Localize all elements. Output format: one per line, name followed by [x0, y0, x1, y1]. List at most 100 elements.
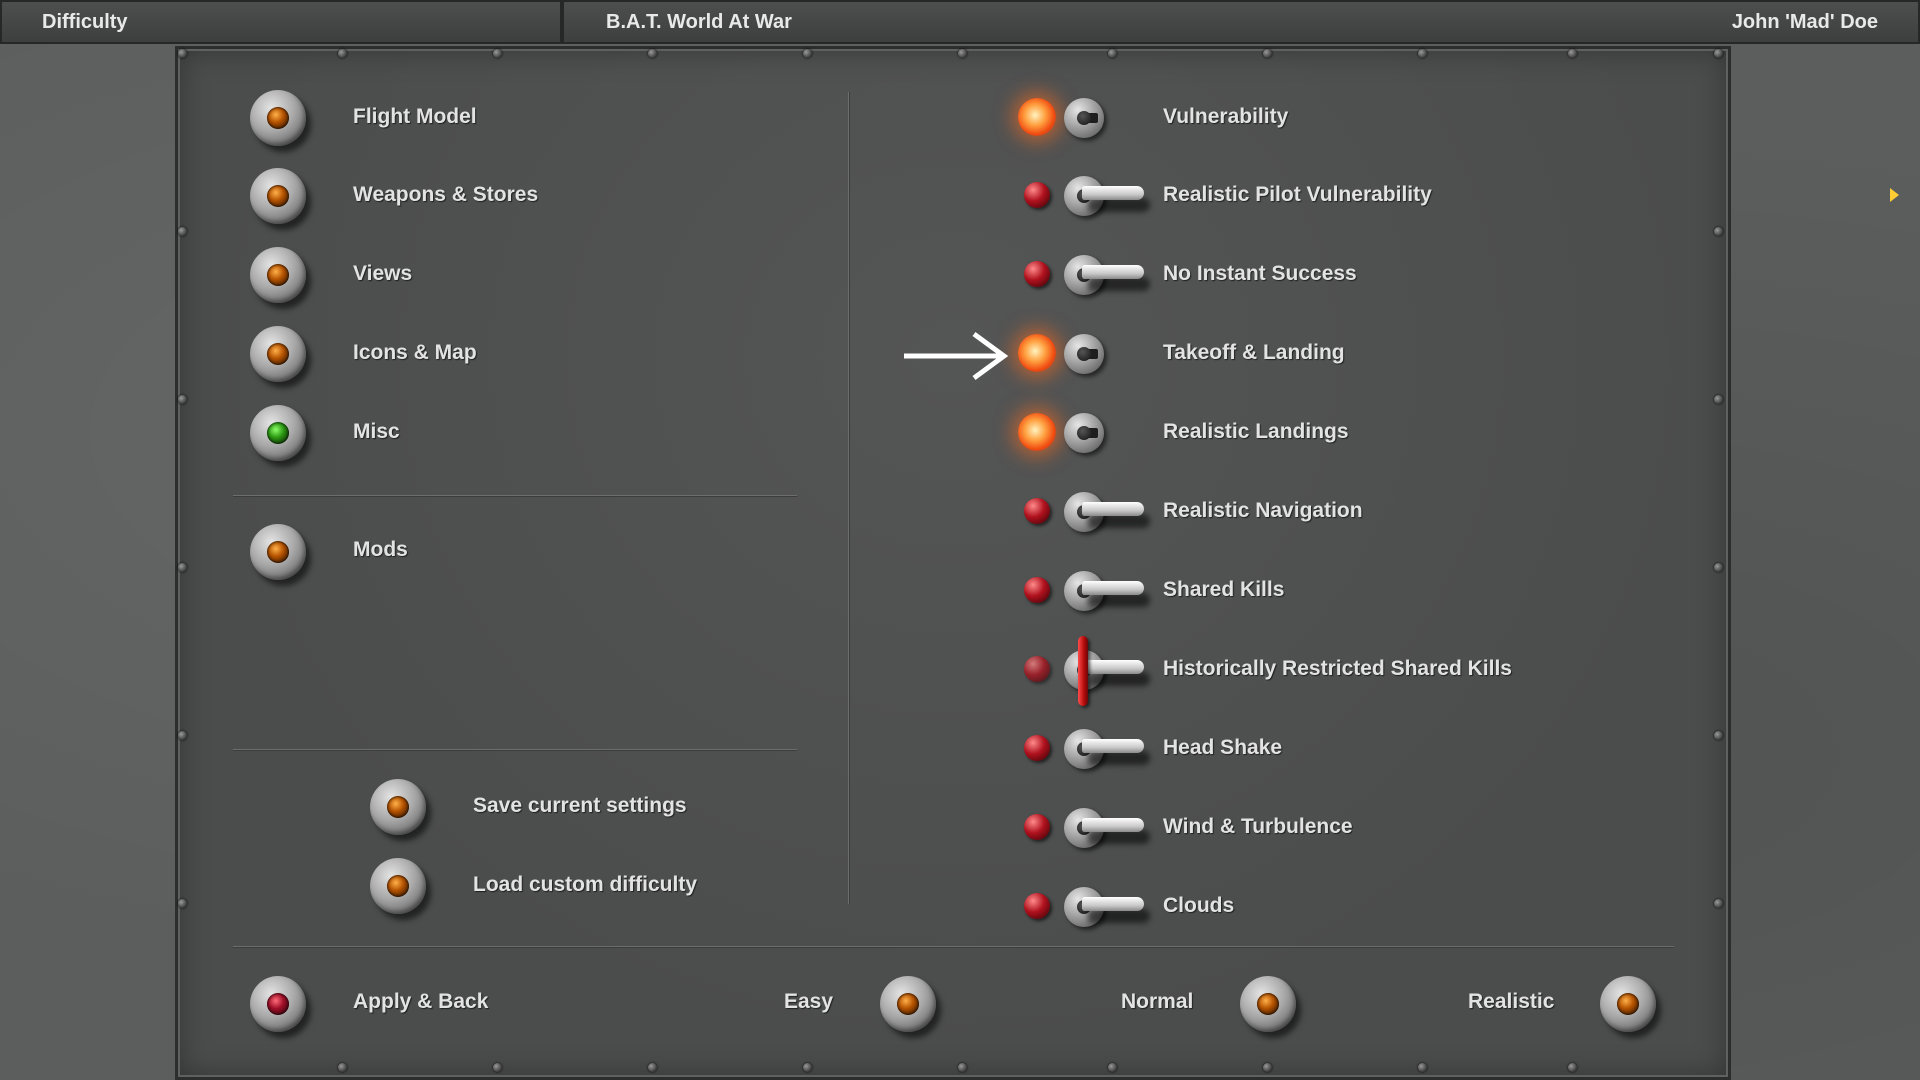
rivet	[493, 49, 502, 58]
led-off-icon	[1024, 656, 1050, 682]
rivet	[338, 1063, 347, 1072]
toggle-switch-off[interactable]	[1024, 563, 1164, 623]
rivet	[1714, 563, 1723, 572]
knob-button[interactable]	[250, 524, 306, 580]
amber-lamp-icon	[1617, 993, 1639, 1015]
rivet	[1263, 49, 1272, 58]
rivet	[803, 49, 812, 58]
knob-button[interactable]	[250, 90, 306, 146]
amber-lamp-icon	[267, 343, 289, 365]
column-divider	[848, 92, 849, 904]
option-label[interactable]: No Instant Success	[1163, 262, 1357, 286]
option-label[interactable]: Clouds	[1163, 894, 1234, 918]
switch-lever-icon	[1082, 265, 1144, 279]
switch-lever-icon	[1082, 818, 1144, 832]
menu-item-label[interactable]: Mods	[353, 538, 408, 562]
knob-button[interactable]	[250, 168, 306, 224]
option-label[interactable]: Takeoff & Landing	[1163, 341, 1345, 365]
menu-item-label[interactable]: Flight Model	[353, 105, 477, 129]
menu-item-label[interactable]: Misc	[353, 420, 400, 444]
rivet	[178, 731, 187, 740]
toggle-switch-locked[interactable]	[1024, 636, 1164, 706]
led-off-icon	[1024, 893, 1050, 919]
switch-base-icon	[1064, 98, 1104, 138]
toggle-switch-off[interactable]	[1024, 484, 1164, 544]
knob-button[interactable]	[370, 779, 426, 835]
toggle-switch-off[interactable]	[1024, 247, 1164, 307]
option-label[interactable]: Shared Kills	[1163, 578, 1284, 602]
rivet	[178, 899, 187, 908]
amber-lamp-icon	[267, 107, 289, 129]
switch-lever-icon	[1082, 739, 1144, 753]
save-settings-label[interactable]: Save current settings	[473, 794, 687, 818]
title-bar: Difficulty B.A.T. World At War John 'Mad…	[0, 0, 1920, 44]
toggle-switch-off[interactable]	[1024, 879, 1164, 939]
rivet	[1714, 49, 1723, 58]
option-label[interactable]: Realistic Pilot Vulnerability	[1163, 183, 1432, 207]
app-title: B.A.T. World At War	[606, 10, 792, 33]
rivet	[803, 1063, 812, 1072]
option-label[interactable]: Realistic Navigation	[1163, 499, 1363, 523]
knob-button[interactable]	[250, 405, 306, 461]
rivet	[1714, 227, 1723, 236]
rivet	[493, 1063, 502, 1072]
led-off-icon	[1024, 498, 1050, 524]
rivet	[1418, 1063, 1427, 1072]
rivet	[958, 49, 967, 58]
menu-item-label[interactable]: Views	[353, 262, 412, 286]
amber-lamp-icon	[267, 264, 289, 286]
load-difficulty-label[interactable]: Load custom difficulty	[473, 873, 697, 897]
rivet	[1418, 49, 1427, 58]
switch-lever-icon	[1082, 660, 1144, 674]
led-off-icon	[1024, 182, 1050, 208]
footer-divider	[233, 946, 1674, 947]
rivet	[648, 49, 657, 58]
option-label[interactable]: Historically Restricted Shared Kills	[1163, 657, 1512, 681]
led-off-icon	[1024, 735, 1050, 761]
option-label[interactable]: Wind & Turbulence	[1163, 815, 1353, 839]
rivet	[648, 1063, 657, 1072]
switch-lever-icon	[1082, 502, 1144, 516]
mouse-cursor-icon	[1890, 188, 1899, 202]
preset-easy-label[interactable]: Easy	[784, 990, 833, 1014]
knob-button[interactable]	[1240, 976, 1296, 1032]
pointer-arrow-icon	[904, 331, 1009, 381]
knob-button[interactable]	[250, 976, 306, 1032]
toggle-switch-on[interactable]	[1018, 326, 1164, 386]
option-label[interactable]: Realistic Landings	[1163, 420, 1349, 444]
option-label[interactable]: Head Shake	[1163, 736, 1282, 760]
toggle-switch-on[interactable]	[1018, 405, 1164, 465]
option-label[interactable]: Vulnerability	[1163, 105, 1288, 129]
led-on-icon	[1018, 334, 1056, 372]
toggle-switch-off[interactable]	[1024, 721, 1164, 781]
led-on-icon	[1018, 413, 1056, 451]
apply-back-label[interactable]: Apply & Back	[353, 990, 488, 1014]
title-bar-main: B.A.T. World At War John 'Mad' Doe	[562, 0, 1920, 44]
rivet	[178, 563, 187, 572]
switch-base-icon	[1064, 334, 1104, 374]
switch-lever-icon	[1082, 186, 1144, 200]
led-off-icon	[1024, 261, 1050, 287]
toggle-switch-off[interactable]	[1024, 800, 1164, 860]
toggle-switch-on[interactable]	[1018, 90, 1164, 150]
amber-lamp-icon	[1257, 993, 1279, 1015]
amber-lamp-icon	[387, 875, 409, 897]
knob-button[interactable]	[250, 326, 306, 382]
menu-divider	[233, 495, 797, 496]
menu-item-label[interactable]: Weapons & Stores	[353, 183, 538, 207]
rivet	[1714, 899, 1723, 908]
knob-button[interactable]	[250, 247, 306, 303]
rivet	[178, 227, 187, 236]
section-title: Difficulty	[0, 0, 562, 44]
preset-realistic-label[interactable]: Realistic	[1468, 990, 1554, 1014]
preset-normal-label[interactable]: Normal	[1121, 990, 1193, 1014]
knob-button[interactable]	[880, 976, 936, 1032]
led-on-icon	[1018, 98, 1056, 136]
menu-item-label[interactable]: Icons & Map	[353, 341, 477, 365]
rivet	[338, 49, 347, 58]
rivet	[1263, 1063, 1272, 1072]
knob-button[interactable]	[1600, 976, 1656, 1032]
knob-button[interactable]	[370, 858, 426, 914]
toggle-switch-off[interactable]	[1024, 168, 1164, 228]
amber-lamp-icon	[897, 993, 919, 1015]
